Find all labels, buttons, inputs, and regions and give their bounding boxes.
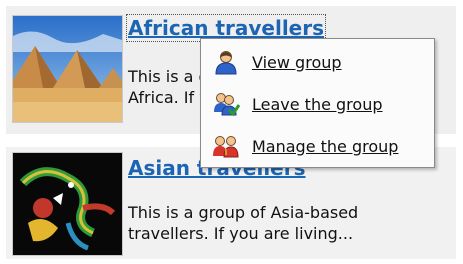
menu-item-leave-group[interactable]: Leave the group: [201, 83, 434, 125]
group-thumbnail[interactable]: [12, 15, 123, 123]
users-check-icon: [210, 91, 242, 117]
menu-item-manage-group[interactable]: Manage the group: [201, 125, 434, 167]
group-description: This is a group of Asia-based travellers…: [128, 202, 448, 244]
group-thumbnail[interactable]: [12, 152, 123, 256]
group-title-link[interactable]: African travellers: [125, 14, 327, 42]
user-icon: [210, 49, 242, 75]
dragon-image: [13, 153, 122, 255]
group-description-line: This is a group of Asia-based: [128, 203, 359, 222]
pyramids-image: [13, 16, 122, 122]
group-context-menu: View group Leave the group Manage the gr…: [200, 38, 435, 168]
users-manage-icon: [210, 133, 242, 159]
menu-item-label: Leave the group: [252, 94, 383, 114]
menu-item-label: Manage the group: [252, 136, 399, 156]
group-description-line: travellers. If you are living...: [128, 224, 354, 243]
menu-item-view-group[interactable]: View group: [201, 41, 434, 83]
menu-item-label: View group: [252, 52, 342, 72]
